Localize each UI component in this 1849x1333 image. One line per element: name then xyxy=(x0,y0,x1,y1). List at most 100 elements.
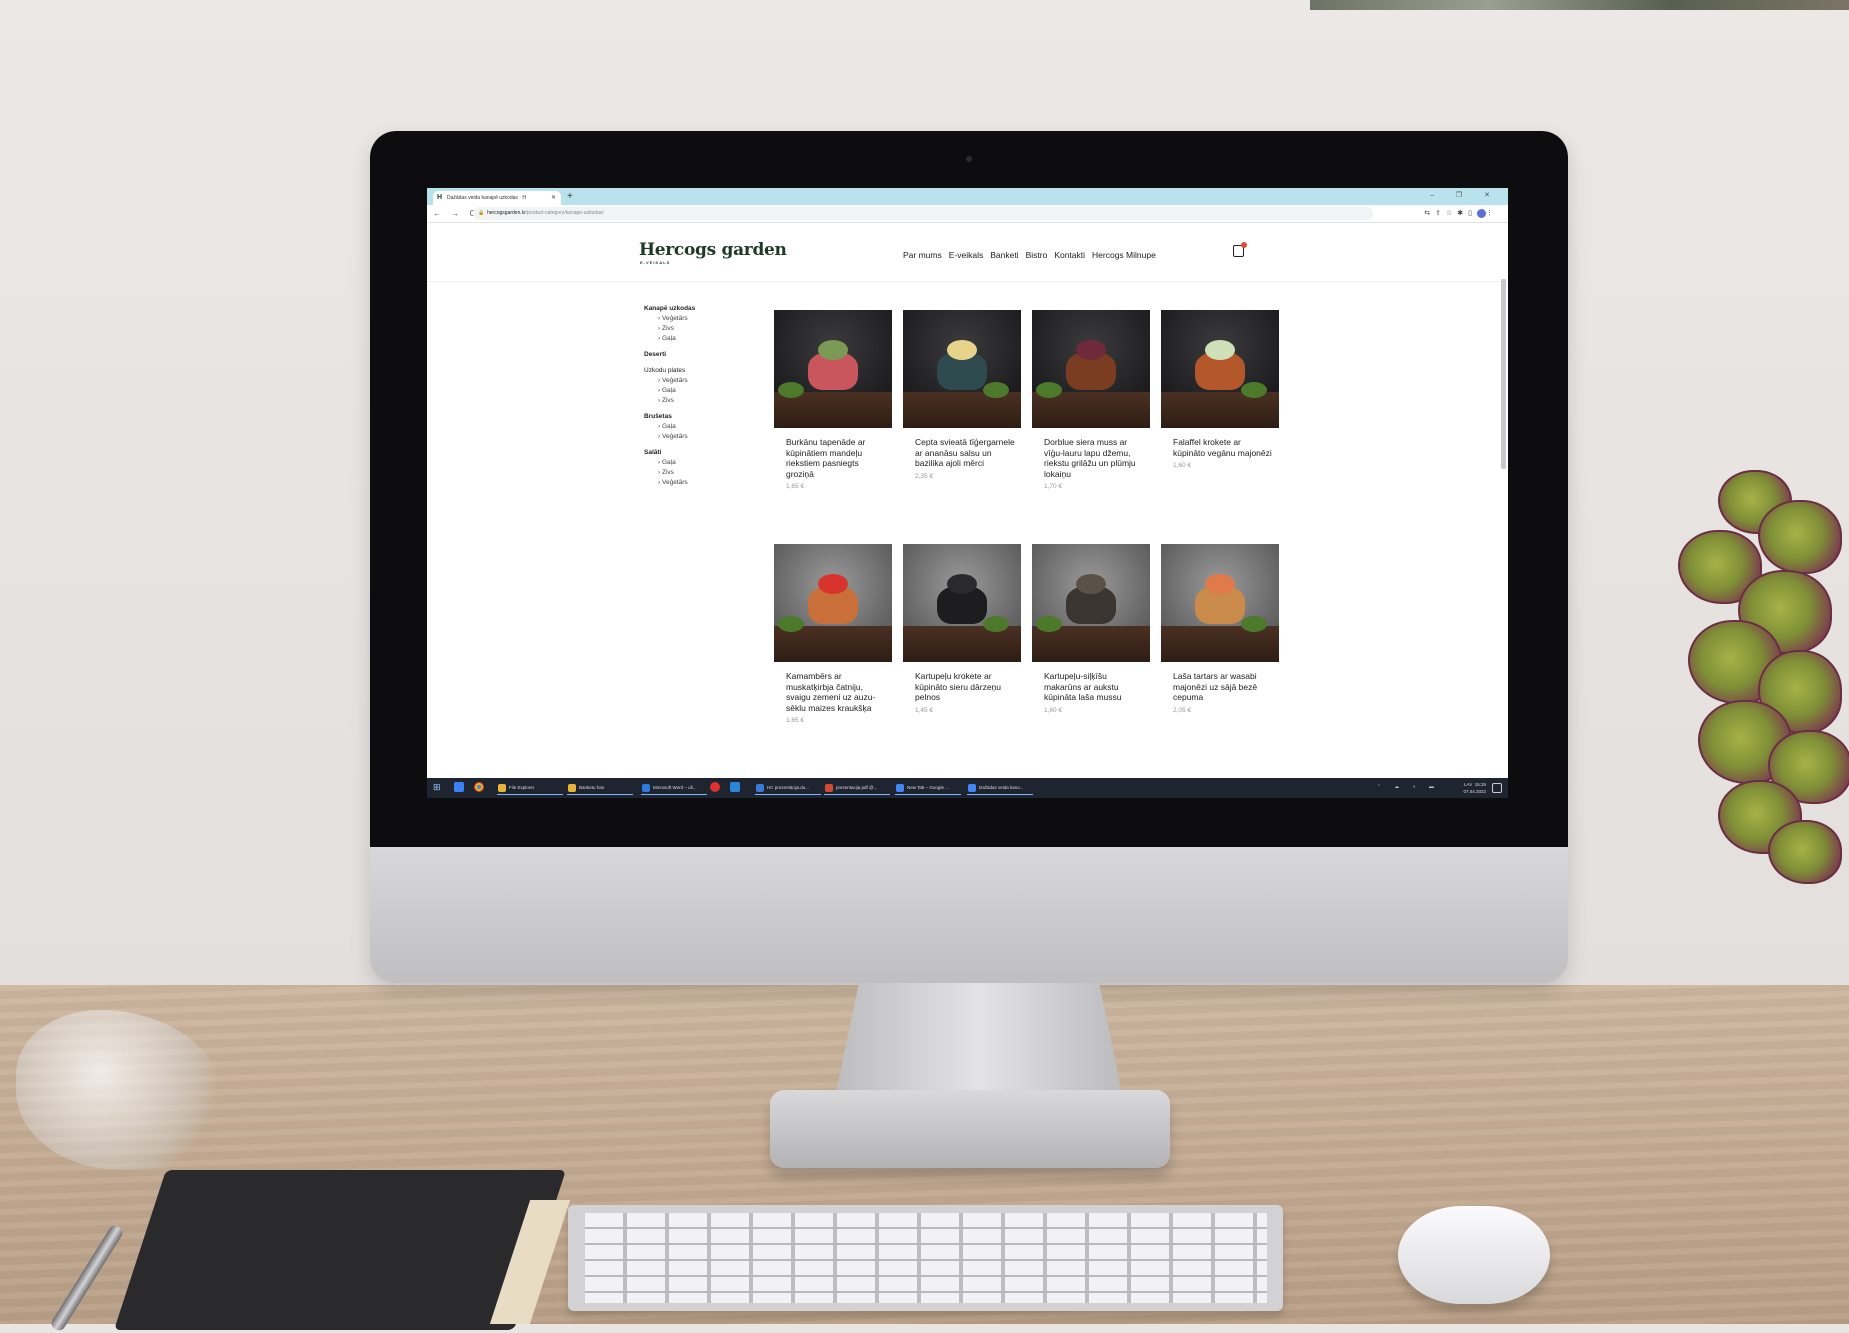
product-card[interactable]: Dorblue siera muss ar vīģu-lauru lapu dž… xyxy=(1032,310,1150,490)
product-name[interactable]: Dorblue siera muss ar vīģu-lauru lapu dž… xyxy=(1044,437,1144,479)
profile-avatar[interactable] xyxy=(1477,208,1486,218)
taskbar-item-label: prezentacija.pdf @... xyxy=(836,785,878,790)
product-card[interactable]: Laša tartars ar wasabi majonēzi uz sājā … xyxy=(1161,544,1279,714)
product-image[interactable] xyxy=(1032,310,1150,428)
photo-moss xyxy=(778,616,804,632)
product-name[interactable]: Laša tartars ar wasabi majonēzi uz sājā … xyxy=(1173,671,1273,703)
sidebar-subcategory[interactable]: Zivs xyxy=(644,397,734,404)
favicon-icon: H xyxy=(437,194,443,201)
sidebar-subcategory[interactable]: Veģetārs xyxy=(644,315,734,322)
photo-moss xyxy=(983,616,1009,632)
sidebar-subcategory[interactable]: Veģetārs xyxy=(644,479,734,486)
nav-link-3[interactable]: Bistro xyxy=(1026,250,1048,260)
clock-date: 07.04.2022 xyxy=(1463,789,1486,794)
taskbar-app-icon xyxy=(756,784,764,792)
nav-link-5[interactable]: Hercogs Milnupe xyxy=(1092,250,1156,260)
product-image[interactable] xyxy=(903,544,1021,662)
taskbar-item[interactable]: Banketu foto xyxy=(567,781,633,795)
product-name[interactable]: Cepta svieatā tīģergarnele ar ananāsu sa… xyxy=(915,437,1015,469)
product-card[interactable]: Cepta svieatā tīģergarnele ar ananāsu sa… xyxy=(903,310,1021,480)
share-icon[interactable]: ⇪ xyxy=(1435,210,1446,217)
main-nav: Par mums E-veikals Banketi Bistro Kontakti He… xyxy=(903,250,1163,260)
taskbar-item[interactable]: New Tab – Google ... xyxy=(895,781,961,795)
camera-icon xyxy=(966,156,972,162)
sidebar-category[interactable]: Uzkodu plates xyxy=(644,367,734,374)
new-tab-button[interactable]: + xyxy=(567,190,573,203)
taskbar-item[interactable]: Dažādas veida kano... xyxy=(967,781,1033,795)
product-image[interactable] xyxy=(1161,310,1279,428)
sidebar-subcategory[interactable]: Gaļa xyxy=(644,335,734,342)
star-icon[interactable]: ☆ xyxy=(1446,210,1457,217)
nav-link-0[interactable]: Par mums xyxy=(903,250,942,260)
product-name[interactable]: Kartupeļu-siļķīšu makarūns ar aukstu kūp… xyxy=(1044,671,1144,703)
product-card[interactable]: Falaffel krokete ar kūpināto vegānu majo… xyxy=(1161,310,1279,469)
system-clock[interactable]: LAV 15:26 07.04.2022 xyxy=(1463,781,1486,795)
photo-garnish xyxy=(818,574,848,594)
app-icon[interactable] xyxy=(730,782,740,792)
site-logo[interactable]: Hercogs garden xyxy=(639,240,787,260)
taskbar-item[interactable]: HC prezentācija.du... xyxy=(755,781,821,795)
hydrangea-plant xyxy=(1658,460,1849,910)
taskbar-item[interactable]: prezentacija.pdf @... xyxy=(824,781,890,795)
product-name[interactable]: Kamambērs ar muskatķirbja čatniju, svaig… xyxy=(786,671,886,713)
product-price: 1,65 € xyxy=(786,717,805,724)
notifications-icon[interactable] xyxy=(1492,783,1502,793)
sidebar-subcategory[interactable]: Gaļa xyxy=(644,459,734,466)
taskbar-item[interactable]: File Explorer xyxy=(497,781,563,795)
sidebar-category[interactable]: Brušetas xyxy=(644,413,734,420)
product-name[interactable]: Kartupeļu krokete ar kūpināto sieru dārz… xyxy=(915,671,1015,703)
sidebar-subcategory[interactable]: Veģetārs xyxy=(644,377,734,384)
sidebar-subcategory[interactable]: Gaļa xyxy=(644,423,734,430)
sidebar-subcategory[interactable]: Zivs xyxy=(644,469,734,476)
photo-wood xyxy=(903,392,1021,428)
sidebar-category[interactable]: Deserti xyxy=(644,351,734,358)
photo-moss xyxy=(778,382,804,398)
taskbar-item[interactable]: Microsoft Word – uš... xyxy=(641,781,707,795)
extensions-icon[interactable]: ✱ xyxy=(1457,210,1468,217)
photo-garnish xyxy=(1205,340,1235,360)
taskview-icon[interactable] xyxy=(454,782,464,792)
product-card[interactable]: Kamambērs ar muskatķirbja čatniju, svaig… xyxy=(774,544,892,724)
product-price: 1,60 € xyxy=(1044,706,1063,714)
product-card[interactable]: Burkānu tapenāde ar kūpinātiem mandeļu r… xyxy=(774,310,892,490)
sidebar-subcategory[interactable]: Veģetārs xyxy=(644,433,734,440)
system-tray-icons[interactable]: ⌃ ☁ ◖ ▬ xyxy=(1377,784,1440,790)
product-name[interactable]: Burkānu tapenāde ar kūpinātiem mandeļu r… xyxy=(786,437,886,479)
windows-start-icon[interactable]: ⊞ xyxy=(433,782,443,792)
nav-link-1[interactable]: E-veikals xyxy=(949,250,983,260)
opera-icon[interactable] xyxy=(710,782,720,792)
product-name[interactable]: Falaffel krokete ar kūpināto vegānu majo… xyxy=(1173,437,1273,458)
translate-icon[interactable]: ⇆ xyxy=(1424,210,1435,217)
sidebar-category[interactable]: Salāti xyxy=(644,449,734,456)
sidebar-subcategory[interactable]: Zivs xyxy=(644,325,734,332)
product-image[interactable] xyxy=(1161,544,1279,662)
browser-tab-active[interactable]: H Dažādas veida kanapē uzkodas · H ✕ xyxy=(433,191,561,205)
taskbar-app-icon xyxy=(568,784,576,792)
clock-time: 15:26 xyxy=(1474,782,1486,787)
window-controls[interactable]: – ❐ ✕ xyxy=(1430,189,1500,202)
extension-icons[interactable]: ⇆⇪☆✱▯ ⋮ xyxy=(1424,207,1498,220)
scrollbar[interactable] xyxy=(1501,279,1506,469)
taskbar-item-label: HC prezentācija.du... xyxy=(767,785,810,790)
nav-link-4[interactable]: Kontakti xyxy=(1054,250,1085,260)
chrome-icon[interactable] xyxy=(474,782,484,792)
tab-close-icon[interactable]: ✕ xyxy=(551,191,556,205)
product-card[interactable]: Kartupeļu-siļķīšu makarūns ar aukstu kūp… xyxy=(1032,544,1150,714)
product-image[interactable] xyxy=(774,544,892,662)
nav-link-2[interactable]: Banketi xyxy=(990,250,1018,260)
menu-icon[interactable]: ⋮ xyxy=(1486,210,1498,217)
keyboard-rows xyxy=(585,1213,1267,1303)
photo-garnish xyxy=(1076,340,1106,360)
product-image[interactable] xyxy=(903,310,1021,428)
windows-taskbar: ⊞ ⌃ ☁ ◖ ▬ LAV 15:26 07.04.2022 File Explo… xyxy=(427,778,1508,798)
taskbar-app-icon xyxy=(498,784,506,792)
sidebar-subcategory[interactable]: Gaļa xyxy=(644,387,734,394)
sidebar-category[interactable]: Kanapē uzkodas xyxy=(644,305,734,312)
photo-moss xyxy=(1036,382,1062,398)
product-image[interactable] xyxy=(774,310,892,428)
product-card[interactable]: Kartupeļu krokete ar kūpināto sieru dārz… xyxy=(903,544,1021,714)
product-image[interactable] xyxy=(1032,544,1150,662)
photo-moss xyxy=(983,382,1009,398)
url-bar[interactable]: 🔒 hercogsgarden.lv/product-category/kanap… xyxy=(473,207,1373,220)
sidepanel-icon[interactable]: ▯ xyxy=(1468,210,1477,217)
